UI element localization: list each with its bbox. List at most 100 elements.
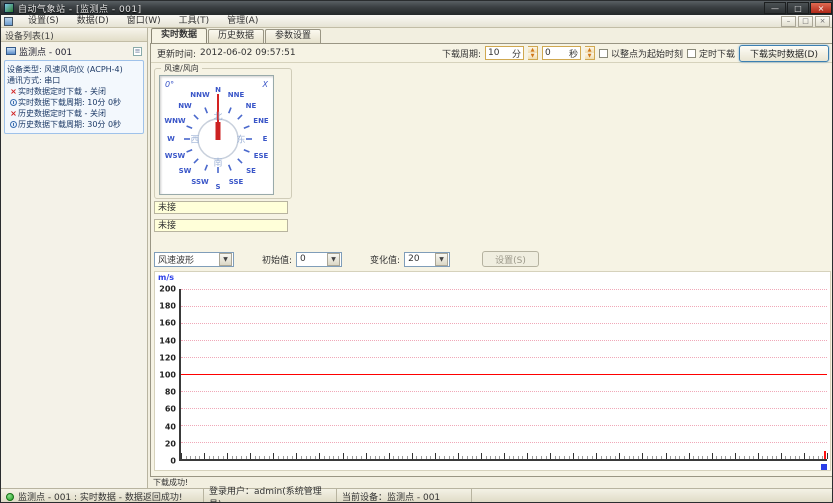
tab-realtime-data[interactable]: 实时数据 [151,28,207,43]
spin-down-icon[interactable]: ▼ [528,53,537,59]
sensor-status-box-1: 未接 [154,201,288,214]
compass-label-wnw: WNW [164,117,185,125]
child-window-icon [4,17,13,26]
compass-label-se: SE [246,167,256,175]
window-title: 自动气象站 - [监测点 - 001] [18,2,763,15]
y-tick-label: 80 [155,388,176,397]
wind-gauge-group: 风速/风向 0° X N NNE NE ENE E ESE SE SSE S [154,68,292,199]
status-message: 监测点 - 001 : 实时数据 - 数据返回成功! [1,489,204,503]
minutes-stepper[interactable]: ▲▼ [528,46,538,60]
compass-cn-south: 南 [213,156,222,169]
compass-label-ene: ENE [253,117,268,125]
chart-scroll-thumb[interactable] [821,464,827,470]
plot-area [179,289,827,461]
compass-label-nnw: NNW [190,91,209,99]
realtime-tab-content: 更新时间: 2012-06-02 09:57:51 下载周期: 10 分 ▲▼ … [150,43,833,477]
current-position-marker [824,451,826,459]
initial-value-select[interactable]: 0 ▼ [296,252,342,267]
checkbox-icon[interactable] [687,49,696,58]
realtime-timed-line: × 实时数据定时下载 - 关闭 [9,86,141,97]
y-tick-label: 200 [155,285,176,294]
wind-compass: 0° X N NNE NE ENE E ESE SE SSE S SSW SW … [159,75,274,195]
compass-label-wsw: WSW [165,152,185,160]
mdi-minimize-button[interactable]: – [781,16,796,27]
menu-manage[interactable]: 管理(A) [218,15,267,28]
close-button[interactable]: × [810,2,832,14]
tab-parameter-settings[interactable]: 参数设置 [265,29,321,43]
x-icon: × [9,86,18,97]
title-bar: 自动气象站 - [监测点 - 001] — □ × [1,1,833,15]
y-tick-label: 20 [155,439,176,448]
realtime-period-line: 实时数据下载周期: 10分 0秒 [9,97,141,108]
y-tick-label: 120 [155,353,176,362]
chevron-down-icon[interactable]: ▼ [435,253,448,266]
clock-icon [10,121,17,128]
compass-label-ese: ESE [254,152,269,160]
wind-speed-flag: X [263,80,268,89]
comm-mode-line: 通讯方式: 串口 [7,75,141,86]
device-type-line: 设备类型: 风速风向仪 (ACPH-4) [7,64,141,75]
x-axis-ticks [181,451,827,459]
chevron-down-icon[interactable]: ▼ [327,253,340,266]
device-info-box: 设备类型: 风速风向仪 (ACPH-4) 通讯方式: 串口 × 实时数据定时下载… [4,60,144,134]
timed-download-checkbox[interactable]: 定时下载 [687,47,735,60]
status-bar: 监测点 - 001 : 实时数据 - 数据返回成功! 登录用户：admin(系统… [1,488,833,503]
compass-label-s: S [215,183,220,191]
history-timed-line: × 历史数据定时下载 - 关闭 [9,108,141,119]
menu-bar: 设置(S) 数据(D) 窗口(W) 工具(T) 管理(A) – □ × [1,15,833,28]
compass-label-nne: NNE [228,91,245,99]
compass-cn-north: 北 [213,110,222,123]
seconds-input[interactable]: 0 秒 [542,46,581,60]
checkbox-icon[interactable] [599,49,608,58]
compass-label-w: W [167,135,175,143]
minutes-input[interactable]: 10 分 [485,46,524,60]
x-icon: × [9,108,18,119]
compass-cn-east: 东 [236,133,245,146]
tree-item-monitor-point[interactable]: 监测点 - 001 ≡ [1,44,147,58]
wind-direction-value: 0° [165,80,174,89]
chevron-down-icon[interactable]: ▼ [219,253,232,266]
compass-label-sse: SSE [229,178,244,186]
menu-tools[interactable]: 工具(T) [170,15,219,28]
app-window: 自动气象站 - [监测点 - 001] — □ × 设置(S) 数据(D) 窗口… [0,0,833,503]
compass-label-ssw: SSW [191,178,209,186]
status-ok-icon [6,493,14,501]
tab-history-data[interactable]: 历史数据 [208,29,264,43]
y-tick-label: 40 [155,422,176,431]
mdi-restore-button[interactable]: □ [798,16,813,27]
spin-down-icon[interactable]: ▼ [585,53,594,59]
menu-settings[interactable]: 设置(S) [19,15,68,28]
compass-label-n: N [215,86,221,94]
seconds-stepper[interactable]: ▲▼ [585,46,595,60]
y-tick-label: 60 [155,405,176,414]
collapse-button[interactable]: ≡ [133,47,142,56]
device-list-panel: 设备列表(1) 监测点 - 001 ≡ 设备类型: 风速风向仪 (ACPH-4)… [1,28,148,488]
history-period-line: 历史数据下载周期: 30分 0秒 [9,119,141,130]
set-button[interactable]: 设置(S) [482,251,539,267]
initial-value-label: 初始值: [262,253,292,266]
compass-drawing [160,76,275,196]
update-toolbar: 更新时间: 2012-06-02 09:57:51 下载周期: 10 分 ▲▼ … [151,44,833,63]
maximize-button[interactable]: □ [787,2,809,14]
clock-icon [10,99,17,106]
download-realtime-button[interactable]: 下载实时数据(D) [739,45,829,62]
menu-window[interactable]: 窗口(W) [118,15,170,28]
compass-label-nw: NW [178,102,192,110]
tree-item-label: 监测点 - 001 [19,45,133,58]
device-icon [6,47,16,55]
gauge-group-title: 风速/风向 [161,63,202,74]
mdi-close-button[interactable]: × [815,16,830,27]
update-time-value: 2012-06-02 09:57:51 [200,48,296,58]
download-period-label: 下载周期: [442,47,481,60]
align-hour-checkbox[interactable]: 以整点为起始时刻 [599,47,683,60]
waveform-select[interactable]: 风速波形 ▼ [154,252,234,267]
minimize-button[interactable]: — [764,2,786,14]
chart-controls: 风速波形 ▼ 初始值: 0 ▼ 变化值: 20 ▼ 设置(S) [154,250,832,268]
wind-speed-chart: m/s 020406080100120140160180200 [154,271,831,471]
delta-value-select[interactable]: 20 ▼ [404,252,450,267]
status-current-device: 当前设备：监测点 - 001 [337,489,472,503]
device-list-header: 设备列表(1) [1,28,147,42]
menu-data[interactable]: 数据(D) [68,15,118,28]
y-tick-label: 100 [155,371,176,380]
y-tick-label: 140 [155,336,176,345]
